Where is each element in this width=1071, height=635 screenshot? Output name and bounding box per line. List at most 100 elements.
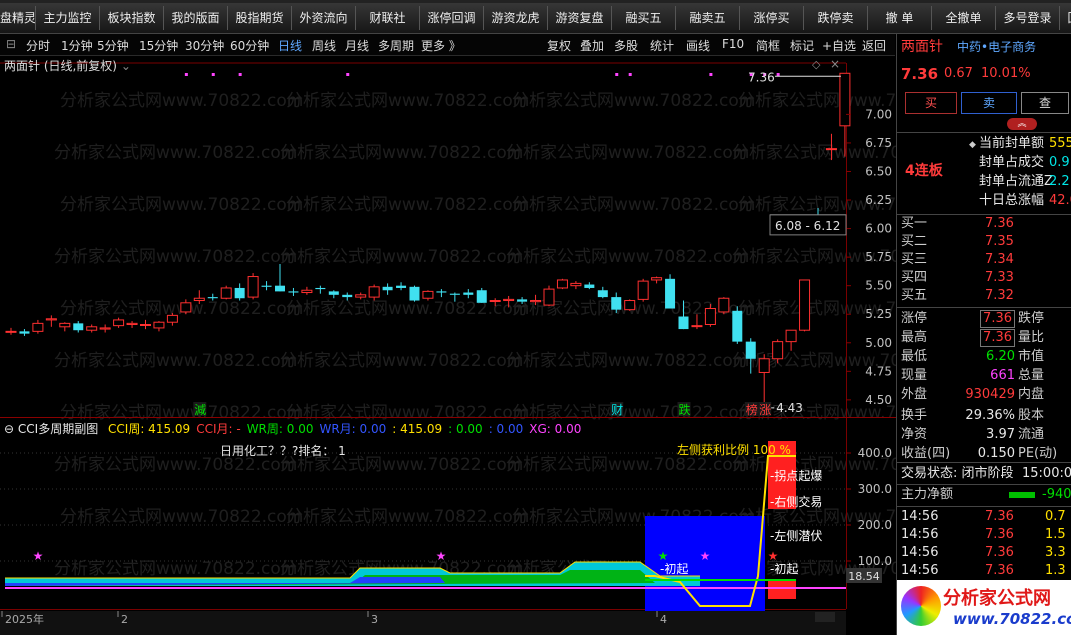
signal-star-icon: ★ [768, 549, 779, 563]
toolbar-button-12[interactable]: 涨停买 [740, 6, 804, 30]
collapse-arrow-icon[interactable]: ︽ [1007, 118, 1037, 130]
candle-body [86, 326, 98, 331]
bid-label: 买二 [901, 234, 928, 249]
candle-body [785, 329, 797, 343]
y-tick-label: 6.00 [865, 222, 892, 236]
period-tool-9[interactable]: 返回 [862, 37, 886, 54]
period-tab-8[interactable]: 月线 [345, 37, 369, 54]
period-tab-10[interactable]: 更多 》 [421, 37, 461, 54]
toolbar-button-13[interactable]: 跌停卖 [804, 6, 868, 30]
seal-value: 555 [1049, 136, 1071, 151]
signal-label: -初起 [770, 562, 798, 576]
toolbar-button-9[interactable]: 游资复盘 [548, 6, 612, 30]
period-tool-7[interactable]: 标记 [790, 37, 814, 54]
bid-row: 买二 7.35 [897, 233, 1071, 251]
toolbar-button-4[interactable]: 股指期货 [228, 6, 292, 30]
tick-row: 14:56 7.36 3.3 [897, 544, 1071, 562]
period-tool-8[interactable]: +自选 [822, 37, 856, 54]
close-icon[interactable]: × [830, 57, 840, 71]
stat-right-label: PE(动) [1018, 446, 1058, 461]
period-tool-2[interactable]: 多股 [614, 37, 638, 54]
time-label: 3 [371, 613, 378, 626]
quote-panel: 两面针 中药•电子商务 7.36 0.67 10.01% 买 卖 查 ︽ 4连板… [896, 34, 1071, 635]
diamond-icon[interactable]: ◇ [812, 58, 820, 71]
bid-price: 7.32 [985, 288, 1014, 303]
stat-right-label: 市值 [1018, 349, 1045, 364]
period-tab-9[interactable]: 多周期 [378, 37, 414, 54]
y-tick-label: 6.50 [865, 164, 892, 178]
trade-status-row: 交易状态: 闭市阶段 15:00:0 [897, 465, 1071, 483]
buy-button[interactable]: 买 [905, 92, 957, 114]
seal-label: 十日总涨幅 [979, 193, 1045, 208]
toolbar-button-1[interactable]: 主力监控 [36, 6, 100, 30]
period-tool-5[interactable]: F10 [722, 37, 744, 51]
candle-body [180, 302, 192, 313]
toolbar-button-2[interactable]: 板块指数 [100, 6, 164, 30]
bid-price: 7.35 [985, 234, 1014, 249]
chevron-down-icon[interactable]: ⌄ [121, 59, 131, 73]
toolbar-button-14[interactable]: 撤 单 [868, 6, 932, 30]
period-tab-2[interactable]: 5分钟 [97, 37, 129, 54]
seal-value: 0.9 [1049, 155, 1070, 170]
bid-row: 买三 7.34 [897, 251, 1071, 269]
seal-value: 2.2 [1049, 174, 1070, 189]
period-tab-0[interactable]: 分时 [26, 37, 50, 54]
candle-body [45, 318, 57, 321]
watermark-text: 分析家公式网www.70822.com [60, 195, 303, 215]
sub-y-tick-label: 400.0 [858, 446, 892, 460]
profit-ratio-text: 左侧获利比例 100 % [677, 443, 791, 457]
seal-label: 封单占成交 [979, 155, 1045, 170]
watermark-text: 分析家公式网www.70822.com [60, 91, 303, 111]
low-price-label: 4.43 [776, 401, 803, 415]
period-tool-4[interactable]: 画线 [686, 37, 710, 54]
candle-body [489, 300, 501, 303]
period-tool-6[interactable]: 简框 [756, 37, 780, 54]
period-tab-6[interactable]: 日线 [278, 37, 302, 54]
stat-right-label: 内盘 [1018, 387, 1045, 402]
chart-area[interactable]: 分析家公式网www.70822.com分析家公式网www.70822.com分析… [0, 56, 896, 635]
signal-star-icon: ★ [436, 549, 447, 563]
toolbar-button-17[interactable]: 回 [1060, 6, 1071, 30]
toolbar-button-16[interactable]: 多号登录 [996, 6, 1060, 30]
period-tab-4[interactable]: 30分钟 [185, 37, 224, 54]
period-tab-1[interactable]: 1分钟 [61, 37, 93, 54]
toolbar-button-7[interactable]: 涨停回调 [420, 6, 484, 30]
scroll-handle[interactable] [815, 612, 835, 622]
candle-body [368, 286, 380, 298]
collapse-icon[interactable]: ⊟ [6, 37, 16, 51]
toolbar-button-15[interactable]: 全撤单 [932, 6, 996, 30]
toolbar-button-3[interactable]: 我的版面 [164, 6, 228, 30]
indicator-name[interactable]: CCI多周期副图 [18, 422, 98, 436]
period-tool-1[interactable]: 叠加 [580, 37, 604, 54]
watermark-text: 分析家公式网www.70822.com [280, 351, 523, 371]
sell-button[interactable]: 卖 [961, 92, 1017, 114]
watermark-text: 分析家公式网www.70822.com [54, 351, 297, 371]
indicator-legend-item: CCI月: - [196, 422, 241, 436]
period-tab-7[interactable]: 周线 [312, 37, 336, 54]
stock-name[interactable]: 两面针 [901, 38, 943, 56]
period-tool-3[interactable]: 统计 [650, 37, 674, 54]
period-tab-5[interactable]: 60分钟 [230, 37, 269, 54]
main-net-row: 主力净额 -940 [897, 486, 1071, 504]
signal-dot [238, 73, 242, 76]
toolbar-button-6[interactable]: 财联社 [356, 6, 420, 30]
signal-dot [628, 73, 632, 76]
indicator-collapse-icon[interactable]: ⊖ [4, 422, 14, 436]
stock-header: 两面针 中药•电子商务 [897, 38, 1071, 58]
toolbar-button-5[interactable]: 外资流向 [292, 6, 356, 30]
toolbar-button-10[interactable]: 融买五 [612, 6, 676, 30]
candle-body [234, 287, 245, 299]
query-button[interactable]: 查 [1021, 92, 1069, 114]
toolbar-button-0[interactable]: 盘精灵 [0, 6, 36, 30]
toolbar-button-11[interactable]: 融卖五 [676, 6, 740, 30]
toolbar-button-8[interactable]: 游资龙虎 [484, 6, 548, 30]
candle-body [153, 321, 165, 329]
candle-body [328, 291, 339, 295]
main-chart-title: 两面针 (日线,前复权) ⌄ [4, 57, 131, 74]
last-price: 7.36 [901, 65, 939, 83]
stock-sector[interactable]: 中药•电子商务 [957, 38, 1036, 56]
period-tab-3[interactable]: 15分钟 [139, 37, 178, 54]
divider [897, 307, 1071, 308]
sub-y-tick-label: 200.0 [858, 518, 892, 532]
period-tool-0[interactable]: 复权 [547, 37, 571, 54]
